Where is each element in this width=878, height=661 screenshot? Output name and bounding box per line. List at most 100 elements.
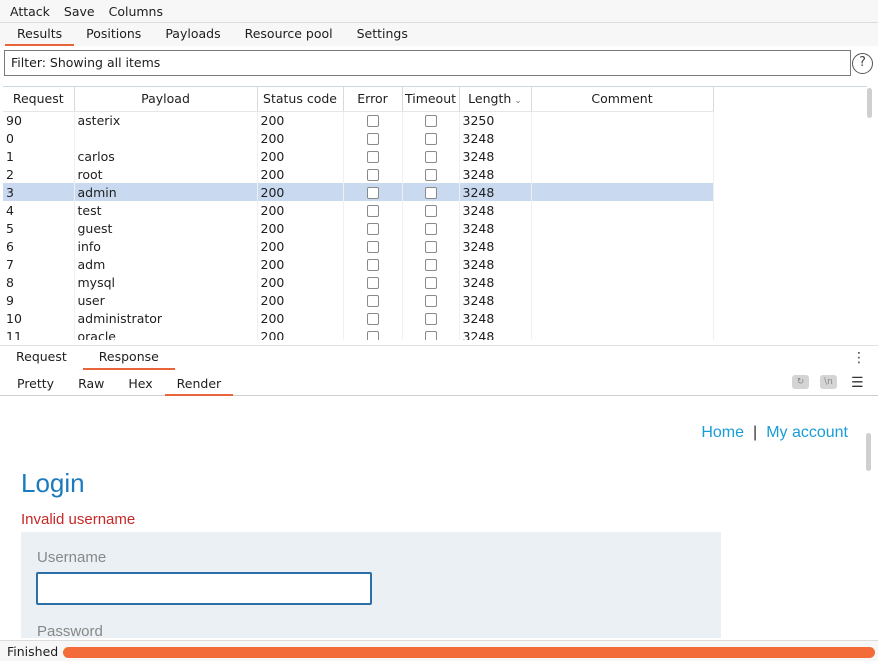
timeout-checkbox-cell [402, 147, 460, 165]
status-text: Finished [7, 644, 59, 659]
table-row[interactable]: 4 test 200 3248 [3, 201, 714, 219]
payload-cell: guest [74, 219, 258, 237]
tab-results[interactable]: Results [5, 23, 75, 46]
newline-icon[interactable]: \n [820, 375, 837, 389]
column-header-timeout[interactable]: Timeout [402, 87, 460, 112]
request-cell: 2 [3, 165, 75, 183]
tab-raw[interactable]: Raw [66, 372, 116, 396]
error-checkbox [366, 259, 379, 271]
request-response-tabs: Request Response ⋮ [0, 345, 878, 370]
timeout-checkbox-cell [402, 273, 460, 291]
menu-attack[interactable]: Attack [10, 4, 50, 19]
table-row[interactable]: 11 oracle 200 3248 [3, 327, 714, 340]
error-checkbox [366, 115, 379, 128]
filter-bar[interactable]: Filter: Showing all items [4, 50, 851, 76]
tab-payloads[interactable]: Payloads [153, 23, 232, 46]
password-label: Password [37, 623, 103, 638]
render-scrollbar[interactable] [866, 433, 871, 471]
error-message: Invalid username [21, 511, 136, 528]
request-cell: 0 [3, 129, 75, 147]
length-cell: 3248 [459, 291, 532, 309]
request-cell: 4 [3, 201, 75, 219]
status-code-cell: 200 [257, 147, 344, 165]
tab-hex[interactable]: Hex [116, 372, 164, 396]
column-header-payload[interactable]: Payload [74, 87, 258, 112]
rendered-response: Home | My account Login Invalid username U… [3, 398, 875, 638]
tab-settings[interactable]: Settings [345, 23, 420, 46]
length-cell: 3248 [459, 183, 532, 201]
status-code-cell: 200 [257, 327, 344, 340]
results-scrollbar[interactable] [867, 88, 872, 118]
table-row[interactable]: 8 mysql 200 3248 [3, 273, 714, 291]
error-checkbox-cell [343, 273, 403, 291]
error-checkbox [366, 223, 379, 235]
table-row[interactable]: 2 root 200 3248 [3, 165, 714, 183]
table-row[interactable]: 3 admin 200 3248 [3, 183, 714, 201]
error-checkbox [366, 241, 379, 253]
more-options-icon[interactable]: ⋮ [852, 350, 866, 366]
tab-positions[interactable]: Positions [74, 23, 153, 46]
error-checkbox-cell [343, 255, 403, 273]
tab-pretty[interactable]: Pretty [5, 372, 66, 396]
status-code-cell: 200 [257, 111, 344, 129]
table-row[interactable]: 6 info 200 3248 [3, 237, 714, 255]
column-header-length[interactable]: Length ⌄ [459, 87, 532, 112]
home-link[interactable]: Home [701, 424, 744, 441]
timeout-checkbox [424, 187, 437, 199]
error-checkbox-cell [343, 183, 403, 201]
help-icon[interactable]: ? [852, 53, 873, 74]
payload-cell: user [74, 291, 258, 309]
menu-save[interactable]: Save [64, 4, 95, 19]
tab-render[interactable]: Render [164, 372, 234, 396]
request-cell: 7 [3, 255, 75, 273]
menu-columns[interactable]: Columns [109, 4, 163, 19]
tab-request[interactable]: Request [0, 346, 83, 370]
timeout-checkbox-cell [402, 255, 460, 273]
my-account-link[interactable]: My account [766, 424, 848, 441]
comment-cell [531, 255, 714, 273]
timeout-checkbox [424, 295, 437, 307]
table-row[interactable]: 0 200 3248 [3, 129, 714, 147]
payload-cell: admin [74, 183, 258, 201]
column-header-error[interactable]: Error [343, 87, 403, 112]
column-header-status-code[interactable]: Status code [257, 87, 344, 112]
table-row[interactable]: 90 asterix 200 3250 [3, 111, 714, 129]
sort-descending-icon: ⌄ [514, 96, 522, 107]
comment-cell [531, 129, 714, 147]
error-checkbox-cell [343, 237, 403, 255]
table-row[interactable]: 7 adm 200 3248 [3, 255, 714, 273]
error-checkbox-cell [343, 201, 403, 219]
length-cell: 3248 [459, 129, 532, 147]
length-cell: 3248 [459, 309, 532, 327]
column-header-request[interactable]: Request [3, 87, 75, 112]
username-input[interactable] [36, 572, 372, 605]
status-code-cell: 200 [257, 309, 344, 327]
table-row[interactable]: 10 administrator 200 3248 [3, 309, 714, 327]
table-row[interactable]: 1 carlos 200 3248 [3, 147, 714, 165]
table-row[interactable]: 5 guest 200 3248 [3, 219, 714, 237]
length-cell: 3248 [459, 237, 532, 255]
wrap-icon[interactable]: ↻ [792, 375, 809, 389]
comment-cell [531, 327, 714, 340]
tab-response[interactable]: Response [82, 346, 175, 370]
progress-bar [63, 647, 875, 658]
timeout-checkbox-cell [402, 111, 460, 129]
timeout-checkbox [424, 331, 437, 340]
tab-resource-pool[interactable]: Resource pool [233, 23, 345, 46]
column-header-comment[interactable]: Comment [531, 87, 714, 112]
table-row[interactable]: 9 user 200 3248 [3, 291, 714, 309]
payload-cell: oracle [74, 327, 258, 340]
username-label: Username [37, 549, 107, 566]
timeout-checkbox [424, 313, 437, 325]
payload-cell: root [74, 165, 258, 183]
length-cell: 3248 [459, 273, 532, 291]
error-checkbox [366, 313, 379, 325]
results-rows: 90 asterix 200 3250 0 200 3248 1 carlos 200 3248 2… [3, 111, 714, 340]
results-table: Request Payload Status code Error Timeou… [3, 86, 867, 340]
error-checkbox-cell [343, 327, 403, 340]
length-cell: 3248 [459, 255, 532, 273]
status-code-cell: 200 [257, 237, 344, 255]
length-cell: 3248 [459, 147, 532, 165]
hamburger-icon[interactable]: ☰ [851, 375, 864, 391]
comment-cell [531, 183, 714, 201]
